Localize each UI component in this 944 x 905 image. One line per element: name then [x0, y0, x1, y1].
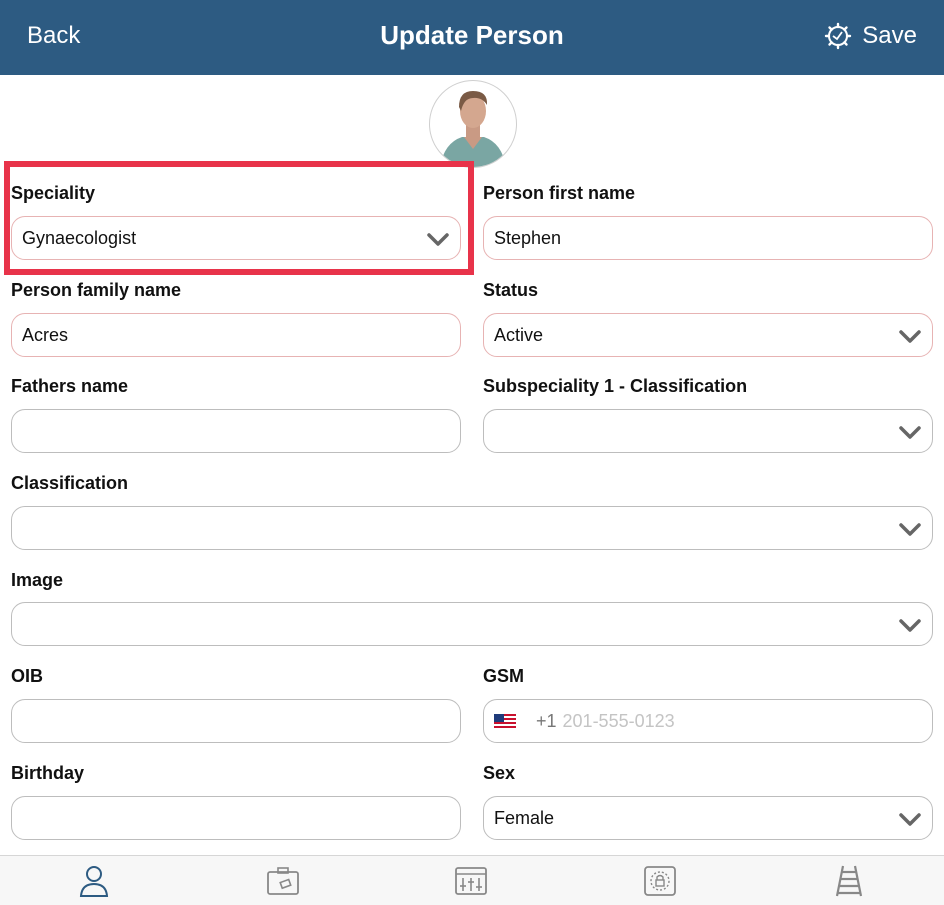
birthday-field[interactable]	[11, 796, 461, 840]
oib-field[interactable]	[11, 699, 461, 743]
us-flag-icon	[494, 714, 516, 728]
ladder-tab[interactable]	[831, 864, 867, 898]
classification-select[interactable]	[11, 506, 933, 550]
sliders-icon	[455, 867, 487, 895]
fathers-name-label: Fathers name	[11, 376, 129, 396]
card-tab[interactable]	[265, 864, 301, 898]
ladder-icon	[835, 865, 863, 897]
doctor-avatar-icon	[440, 91, 506, 167]
speciality-select[interactable]: Gynaecologist	[11, 216, 461, 260]
speciality-label: Speciality	[11, 183, 96, 203]
person-icon	[79, 866, 109, 897]
gear-icon	[825, 22, 852, 50]
save-label: Save	[862, 22, 917, 49]
gsm-placeholder: 201-555-0123	[562, 710, 675, 731]
page-title: Update Person	[380, 20, 564, 50]
fathers-name-field[interactable]	[11, 409, 461, 453]
first-name-label: Person first name	[483, 183, 636, 203]
id-card-icon	[267, 867, 299, 895]
chevron-down-icon	[427, 233, 449, 246]
chevron-down-icon	[899, 523, 921, 536]
chevron-down-icon	[899, 426, 921, 439]
gsm-field[interactable]: +1 201-555-0123	[483, 699, 933, 743]
status-value: Active	[494, 324, 544, 345]
status-select[interactable]: Active	[483, 313, 933, 357]
security-tab[interactable]	[642, 864, 678, 898]
sex-value: Female	[494, 807, 555, 828]
subspeciality-label: Subspeciality 1 - Classification	[483, 376, 748, 396]
first-name-field[interactable]: Stephen	[483, 216, 933, 260]
birthday-label: Birthday	[11, 763, 85, 783]
avatar[interactable]	[429, 80, 517, 168]
family-name-label: Person family name	[11, 280, 182, 300]
top-bar: Back Update Person Save	[0, 0, 944, 75]
lock-icon	[644, 866, 676, 896]
family-name-field[interactable]: Acres	[11, 313, 461, 357]
chevron-down-icon	[899, 619, 921, 632]
gsm-label: GSM	[483, 666, 525, 686]
speciality-value: Gynaecologist	[22, 227, 137, 248]
person-tab[interactable]	[76, 864, 112, 898]
classification-label: Classification	[11, 473, 129, 493]
first-name-value: Stephen	[494, 227, 562, 248]
sex-label: Sex	[483, 763, 516, 783]
save-button[interactable]: Save	[824, 22, 917, 50]
settings-tab[interactable]	[453, 864, 489, 898]
sex-select[interactable]: Female	[483, 796, 933, 840]
oib-label: OIB	[11, 666, 44, 686]
bottom-tab-bar	[0, 855, 944, 905]
image-select[interactable]	[11, 602, 933, 646]
chevron-down-icon	[899, 330, 921, 343]
image-label: Image	[11, 570, 64, 590]
chevron-down-icon	[899, 813, 921, 826]
family-name-value: Acres	[22, 324, 69, 345]
status-label: Status	[483, 280, 539, 300]
gsm-prefix: +1	[536, 710, 557, 731]
subspeciality-select[interactable]	[483, 409, 933, 453]
